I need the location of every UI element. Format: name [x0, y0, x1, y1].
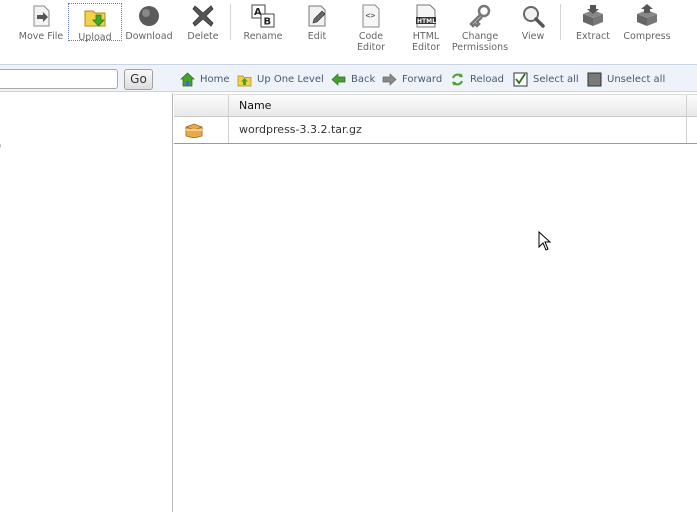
package-icon	[185, 123, 203, 138]
toolbar: Move File Upload Download Delete AB Rena…	[0, 0, 697, 58]
edit-label: Edit	[307, 31, 327, 42]
table-header-row: Name	[174, 94, 697, 117]
home-icon	[180, 72, 195, 87]
edit-pencil-icon	[305, 4, 329, 28]
upload-button[interactable]: Upload	[68, 3, 122, 43]
home-label: Home	[200, 73, 230, 85]
file-icon-cell	[174, 117, 229, 143]
select-all-label: Select all	[533, 73, 579, 85]
extra-column-header	[687, 95, 697, 116]
forward-label: Forward	[402, 73, 443, 85]
unselect-all-label: Unselect all	[607, 73, 666, 85]
change-permissions-button[interactable]: Change Permissions	[451, 0, 509, 58]
change-permissions-label-line2: Permissions	[451, 42, 509, 53]
name-column-header[interactable]: Name	[229, 95, 687, 116]
view-label: View	[521, 31, 545, 42]
extract-label: Extract	[575, 31, 611, 42]
html-editor-label-line1: HTML	[412, 31, 440, 42]
view-button[interactable]: View	[518, 0, 548, 58]
compress-button[interactable]: Compress	[620, 0, 674, 58]
tree-text-fragment: )	[0, 139, 1, 152]
upload-label: Upload	[78, 32, 112, 43]
icon-column-header	[174, 95, 229, 116]
delete-button[interactable]: Delete	[182, 0, 224, 58]
rename-button[interactable]: AB Rename	[240, 0, 286, 58]
folder-up-icon	[237, 72, 252, 87]
svg-text:B: B	[264, 17, 272, 28]
code-editor-button[interactable]: <> Code Editor	[350, 0, 392, 58]
html-editor-label-line2: Editor	[411, 42, 441, 53]
mouse-pointer-icon	[538, 231, 552, 251]
view-magnifier-icon	[521, 4, 545, 28]
back-arrow-icon	[331, 72, 346, 87]
extract-box-icon	[581, 4, 605, 28]
upload-icon	[83, 5, 107, 29]
svg-text:<>: <>	[366, 11, 376, 20]
reload-button[interactable]: Reload	[450, 70, 504, 88]
svg-text:HTML: HTML	[417, 18, 436, 25]
checkbox-checked-icon	[513, 72, 528, 87]
reload-label: Reload	[470, 73, 505, 85]
rename-label: Rename	[243, 31, 283, 42]
download-icon	[137, 4, 161, 28]
reload-icon	[450, 72, 465, 87]
home-button[interactable]: Home	[180, 70, 230, 88]
back-button[interactable]: Back	[331, 70, 375, 88]
file-name-cell[interactable]: wordpress-3.3.2.tar.gz	[229, 117, 687, 143]
back-label: Back	[351, 73, 376, 85]
download-label: Download	[125, 31, 173, 42]
up-one-level-button[interactable]: Up One Level	[237, 70, 324, 88]
unselect-all-button[interactable]: Unselect all	[587, 70, 665, 88]
download-button[interactable]: Download	[124, 0, 174, 58]
edit-button[interactable]: Edit	[300, 0, 334, 58]
compress-box-icon	[635, 4, 659, 28]
forward-button[interactable]: Forward	[382, 70, 442, 88]
code-editor-label-line2: Editor	[356, 42, 386, 53]
up-one-level-label: Up One Level	[257, 73, 324, 85]
move-file-icon	[29, 4, 53, 28]
html-editor-button[interactable]: HTML HTML Editor	[404, 0, 448, 58]
navigation-bar: Go Home Up One Level Back Forward Reload	[0, 64, 697, 92]
delete-label: Delete	[187, 31, 219, 42]
change-permissions-label-line1: Change	[461, 31, 499, 42]
go-button[interactable]: Go	[124, 69, 153, 90]
select-all-button[interactable]: Select all	[513, 70, 579, 88]
code-editor-label-line1: Code	[358, 31, 384, 42]
file-list-table: Name wordpress-3.3.2.tar.gz	[174, 94, 697, 144]
forward-arrow-icon	[382, 72, 397, 87]
extra-cell	[687, 117, 697, 143]
code-editor-icon: <>	[359, 4, 383, 28]
move-file-button[interactable]: Move File	[16, 0, 66, 58]
path-input[interactable]	[0, 69, 118, 89]
html-editor-icon: HTML	[414, 4, 438, 28]
move-file-label: Move File	[18, 31, 64, 42]
toolbar-separator	[230, 4, 231, 40]
permissions-key-icon	[468, 4, 492, 28]
extract-button[interactable]: Extract	[572, 0, 614, 58]
delete-x-icon	[191, 4, 215, 28]
compress-label: Compress	[623, 31, 671, 42]
checkbox-unchecked-icon	[587, 72, 602, 87]
table-row[interactable]: wordpress-3.3.2.tar.gz	[174, 117, 697, 144]
rename-ab-icon: AB	[251, 4, 275, 28]
directory-tree-pane: )	[0, 93, 173, 512]
toolbar-separator	[560, 4, 561, 40]
